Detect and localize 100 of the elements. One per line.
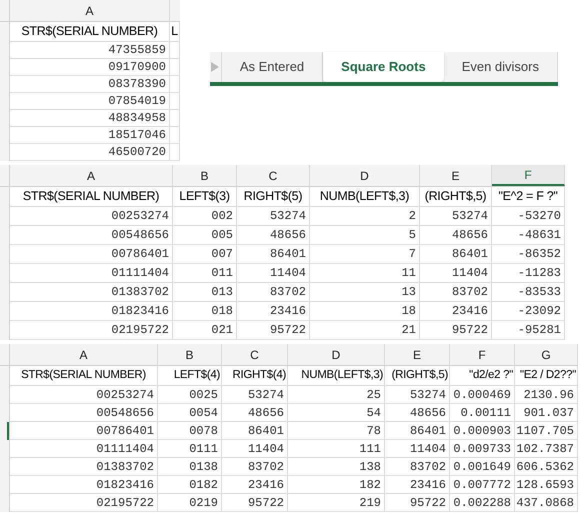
table-cell-text: 18517046 [108,127,166,144]
header-label: STR$(SERIAL NUMBER) [21,23,158,40]
table-cell-text: 7 [408,246,416,263]
table-cell-text: 01823416 [96,476,154,494]
table-cell-text: 46500720 [108,144,166,161]
table-cell-text: 48834958 [108,110,166,127]
table-cell-text: 48656 [410,404,446,422]
table-cell-text: 0182 [189,476,218,494]
table-cell-text: 219 [359,494,381,512]
table-cell-text: -86352 [518,246,561,263]
table-cell-text: 83702 [452,284,488,301]
table-cell-text: 0025 [189,386,218,404]
table-cell-text: 86401 [270,246,306,263]
table-cell-text: 0.007772 [453,476,511,494]
table-cell-text: 002 [211,208,233,225]
table-cell-text: -95281 [518,322,561,339]
table-cell-text: -23092 [518,303,561,320]
table-cell-text: 0.00111 [460,404,511,422]
table-cell-text: 11404 [270,265,306,282]
sheet-tab[interactable]: Square Roots [323,52,444,82]
table-cell-text: 00548656 [111,227,169,244]
table-cell-text: 95722 [410,494,446,512]
header-label: STR$(SERIAL NUMBER) [21,368,146,383]
table-cell-text: 02195722 [96,494,154,512]
table-cell-text: 00253274 [96,386,154,404]
table-cell-text: 0.009733 [453,440,511,458]
table-cell-text: 48656 [452,227,488,244]
table-cell-text: 0138 [189,458,218,476]
header-label: "d2/e2 ?" [469,368,513,383]
table-cell-text: 00786401 [111,246,169,263]
header-label: RIGHT$(4) [232,368,286,383]
table-cell-text: 0.000903 [453,422,511,440]
header-label: "E2 / D2??" [520,368,576,383]
table-cell-text: 01111404 [96,440,154,458]
table-cell-text: 48656 [248,404,284,422]
table-cell-text: 83702 [248,458,284,476]
table-cell-text: 013 [211,284,233,301]
table-cell-text: 182 [359,476,381,494]
table-cell-text: 011 [211,265,233,282]
table-cell-text: 0219 [189,494,218,512]
table-cell-text: 102.7387 [516,440,574,458]
table-cell-text: 00253274 [111,208,169,225]
header-label: LEFT$(4) [174,368,220,383]
table-cell-text: 0.000469 [453,386,511,404]
table-cell-text: 95722 [270,322,306,339]
column-header[interactable]: B [173,165,237,186]
column-header[interactable]: G [515,344,578,365]
table-cell-text: 0054 [189,404,218,422]
column-header[interactable]: A [10,165,173,186]
header-label: NUMB(LEFT$,3) [301,368,383,383]
table-cell-text: 08378390 [108,76,166,93]
table-cell-text: -48631 [518,227,561,244]
column-header[interactable]: C [237,165,310,186]
table-cell-text: 13 [402,284,416,301]
table-cell-text: 128.6593 [516,476,574,494]
table-cell-text: 95722 [248,494,284,512]
table-cell-text: 78 [366,422,381,440]
table-cell-text: 00548656 [96,404,154,422]
column-header[interactable]: D [310,165,420,186]
header-label: L [171,23,178,40]
table-cell-text: 1107.705 [516,422,574,440]
table-cell-text: 5 [408,227,416,244]
table-cell-text: -83533 [518,284,561,301]
table-cell-text: 138 [359,458,381,476]
column-header[interactable]: F [450,344,515,365]
column-header[interactable]: D [288,344,385,365]
column-header[interactable]: F [492,165,565,186]
column-header[interactable]: B [158,344,222,365]
table-cell-text: 01383702 [96,458,154,476]
table-cell-text: 18 [402,303,416,320]
table-cell-text: 005 [211,227,233,244]
table-cell-text: 606.5362 [516,458,574,476]
table-cell-text: 0111 [189,440,218,458]
table-cell-text: 86401 [410,422,446,440]
table-cell-text: 86401 [248,422,284,440]
play-icon[interactable] [211,62,220,72]
column-header[interactable]: C [222,344,288,365]
table-cell-text: 83702 [270,284,306,301]
table-cell-text: 007 [211,246,233,263]
column-header[interactable]: A [10,344,158,365]
table-cell-text: 23416 [410,476,446,494]
table-cell-text: 48656 [270,227,306,244]
table-cell-text: 53274 [452,208,488,225]
table-cell-text: 11404 [410,440,446,458]
table-cell-text: 54 [366,404,381,422]
table-cell-text: 00786401 [96,422,154,440]
table-cell-text: -53270 [518,208,561,225]
table-cell-text: 53274 [410,386,446,404]
table-cell-text: 018 [211,303,233,320]
table-cell-text: 07854019 [108,93,166,110]
table-cell-text: 02195722 [111,322,169,339]
table-cell-text: 53274 [270,208,306,225]
table-cell-text: 09170900 [108,59,166,76]
table-cell-text: 47355859 [108,42,166,59]
header-label: (RIGHT$,5) [392,368,448,383]
table-cell-text: 11404 [248,440,284,458]
table-cell-text: 01823416 [111,303,169,320]
table-cell-text: 2 [408,208,416,225]
table-cell-text: 95722 [452,322,488,339]
column-header[interactable]: E [385,344,450,365]
